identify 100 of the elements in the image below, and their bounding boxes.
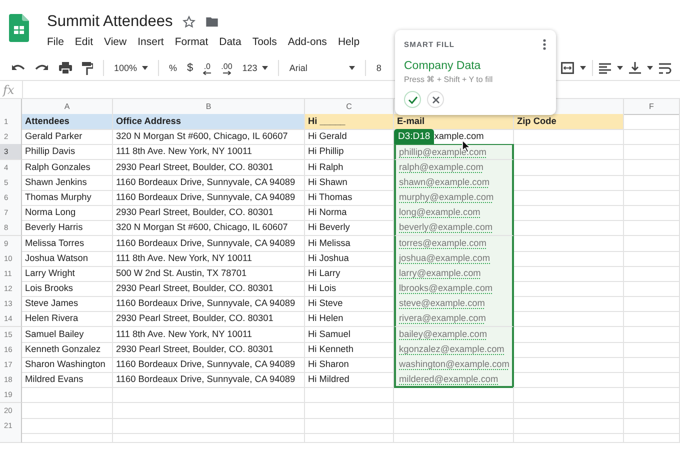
- empty-cell[interactable]: [514, 432, 624, 443]
- caret-icon[interactable]: [617, 66, 623, 70]
- row-header[interactable]: [0, 432, 22, 443]
- empty-cell[interactable]: [624, 342, 680, 358]
- text-wrap-icon[interactable]: [659, 62, 672, 74]
- table-cell: 1160 Bordeaux Drive, Sunnyvale, CA 94089: [113, 236, 305, 252]
- table-cell: Sharon Washington: [22, 357, 113, 373]
- caret-icon: [262, 66, 268, 70]
- font-dropdown[interactable]: Arial: [289, 63, 356, 73]
- table-cell: 2930 Pearl Street, Boulder, CO. 80301: [113, 311, 305, 328]
- number-format-dropdown[interactable]: 123: [242, 63, 268, 73]
- empty-cell[interactable]: [113, 432, 305, 443]
- range-label: D3:D18: [394, 129, 434, 144]
- header-cell: Attendees: [22, 114, 113, 130]
- empty-cell[interactable]: [624, 402, 680, 419]
- empty-cell[interactable]: [113, 402, 305, 419]
- caret-icon: [349, 66, 356, 70]
- align-left-icon[interactable]: [599, 62, 611, 74]
- menu-item[interactable]: View: [104, 36, 127, 48]
- column-header[interactable]: F: [624, 99, 680, 115]
- empty-cell[interactable]: [624, 220, 680, 236]
- empty-cell[interactable]: [305, 387, 394, 404]
- caret-icon[interactable]: [580, 66, 586, 70]
- folder-icon[interactable]: [204, 16, 219, 28]
- empty-cell[interactable]: [624, 387, 680, 404]
- empty-cell[interactable]: [394, 402, 514, 419]
- empty-cell[interactable]: [624, 250, 680, 267]
- arrow-icon: [222, 70, 231, 74]
- empty-cell[interactable]: [514, 129, 624, 146]
- print-icon[interactable]: [59, 62, 72, 74]
- empty-cell[interactable]: [624, 205, 680, 222]
- empty-cell[interactable]: [624, 296, 680, 312]
- formula-label: fx: [1, 82, 16, 96]
- header-cell: Office Address: [113, 114, 305, 130]
- currency-format-button[interactable]: $: [187, 62, 194, 74]
- empty-cell[interactable]: [624, 160, 680, 176]
- table-cell: 1160 Bordeaux Drive, Sunnyvale, CA 94089: [113, 190, 305, 206]
- empty-cell[interactable]: [624, 174, 680, 191]
- menu-item[interactable]: Data: [219, 36, 242, 48]
- empty-cell[interactable]: [514, 418, 624, 434]
- empty-cell[interactable]: [624, 432, 680, 443]
- empty-cell[interactable]: [624, 266, 680, 282]
- sheets-logo-icon[interactable]: [9, 14, 29, 42]
- suggestion-cell: lbrooks@example.com: [394, 281, 514, 298]
- zoom-dropdown[interactable]: 100%: [114, 63, 148, 73]
- vertical-align-icon[interactable]: [629, 62, 641, 74]
- empty-cell[interactable]: [624, 311, 680, 328]
- suggestion-cell: washington@example.com: [394, 357, 514, 373]
- empty-cell[interactable]: [113, 418, 305, 434]
- document-title[interactable]: Summit Attendees: [47, 13, 173, 31]
- font-size-field[interactable]: 8: [376, 63, 382, 73]
- empty-cell[interactable]: [624, 418, 680, 434]
- header-cell: Hi _____: [305, 114, 394, 130]
- menu-item[interactable]: Add-ons: [288, 36, 327, 48]
- redo-icon[interactable]: [35, 63, 49, 73]
- accept-button[interactable]: [404, 91, 421, 108]
- empty-cell[interactable]: [305, 432, 394, 443]
- empty-cell[interactable]: [514, 387, 624, 404]
- empty-cell[interactable]: [624, 236, 680, 252]
- empty-cell[interactable]: [305, 418, 394, 434]
- percent-format-button[interactable]: %: [169, 63, 178, 73]
- empty-cell[interactable]: [394, 432, 514, 443]
- undo-icon[interactable]: [11, 63, 25, 73]
- menu-item[interactable]: Help: [338, 36, 360, 48]
- empty-cell[interactable]: [624, 190, 680, 206]
- increase-decimals-button[interactable]: .00: [221, 62, 232, 74]
- menu-item[interactable]: File: [47, 36, 64, 48]
- empty-cell[interactable]: [624, 281, 680, 298]
- table-cell: Melissa Torres: [22, 236, 113, 252]
- suggestion-cell: ralph@example.com: [394, 160, 514, 176]
- empty-cell[interactable]: [624, 326, 680, 343]
- table-cell: Samuel Bailey: [22, 326, 113, 343]
- suggestion-cell: bailey@example.com: [394, 326, 514, 343]
- suggestion-cell: larry@example.com: [394, 266, 514, 282]
- empty-cell[interactable]: [624, 372, 680, 388]
- empty-cell[interactable]: [514, 402, 624, 419]
- merge-cells-icon[interactable]: [561, 62, 574, 74]
- suggestion-title: Company Data: [404, 60, 482, 72]
- star-icon[interactable]: [182, 15, 196, 29]
- empty-cell[interactable]: [624, 357, 680, 373]
- table-cell: Larry Wright: [22, 266, 113, 282]
- menu-item[interactable]: Edit: [74, 36, 94, 48]
- empty-cell[interactable]: [624, 129, 680, 146]
- table-cell: Phillip Davis: [22, 144, 113, 160]
- empty-cell[interactable]: [624, 144, 680, 160]
- menu-item[interactable]: Tools: [252, 36, 277, 48]
- empty-cell[interactable]: [305, 402, 394, 419]
- caret-icon[interactable]: [647, 66, 653, 70]
- empty-cell[interactable]: [113, 387, 305, 404]
- table-cell: 2930 Pearl Street, Boulder, CO. 80301: [113, 342, 305, 358]
- suggestion-cell: murphy@example.com: [394, 190, 514, 206]
- empty-cell[interactable]: [394, 418, 514, 434]
- paint-format-icon[interactable]: [82, 62, 93, 74]
- more-options-icon[interactable]: [543, 39, 546, 50]
- decrease-decimals-button[interactable]: .0: [203, 62, 212, 74]
- empty-cell[interactable]: [394, 387, 514, 404]
- dismiss-button[interactable]: [427, 91, 444, 108]
- header-cell: E-mail: [394, 114, 514, 130]
- menu-item[interactable]: Insert: [138, 36, 164, 48]
- menu-item[interactable]: Format: [174, 36, 208, 48]
